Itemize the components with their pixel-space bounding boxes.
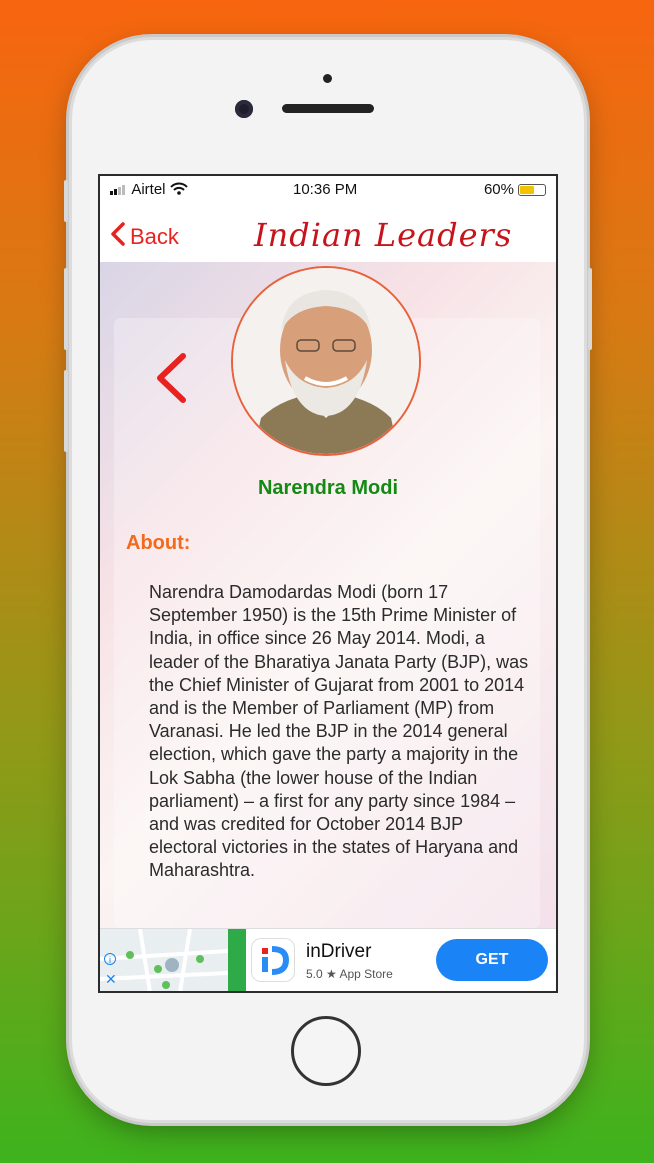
ad-close-icon[interactable]: ✕ [105,971,117,988]
about-text: Narendra Damodardas Modi (born 17 Septem… [149,582,529,881]
front-camera [235,100,253,118]
mute-switch [64,180,68,222]
battery-percent: 60% [483,181,514,198]
status-bar: Airtel 10:36 PM 60% [100,176,556,202]
ad-rating: 5.0 ★ App Store [306,967,393,981]
get-app-button[interactable]: GET [436,939,548,981]
ad-accent-bar [232,929,246,991]
about-heading: About: [126,532,191,554]
ad-banner[interactable]: i ✕ inDriver 5.0 ★ App Store GET [100,928,556,991]
home-button[interactable] [291,1016,361,1086]
ad-info-icon[interactable]: i [104,953,116,965]
back-label: Back [130,224,179,249]
carrier-info: Airtel [110,181,188,199]
volume-up-button [64,268,68,350]
volume-down-button [64,370,68,452]
previous-leader-button[interactable] [154,352,188,409]
chevron-left-icon [157,353,186,403]
power-button [588,268,592,350]
battery-status: 60% [484,181,546,198]
leader-name: Narendra Modi [257,477,399,499]
status-time: 10:36 PM [293,181,358,198]
battery-icon [518,183,546,196]
leader-portrait [231,266,421,456]
back-button[interactable]: Back [110,222,179,252]
ad-map-image [100,929,232,991]
ad-app-name: inDriver [306,941,372,962]
navigation-bar: Back Indian Leaders [100,202,556,262]
wifi-icon [169,182,188,199]
leader-detail: Narendra Modi About: Narendra Damodardas… [100,262,556,928]
app-screen: Airtel 10:36 PM 60% Back Indian Leaders [100,176,556,991]
earpiece-speaker [282,104,374,113]
proximity-sensor [323,74,332,83]
app-logo-icon [252,939,294,981]
carrier-name: Airtel [131,181,166,198]
signal-icon [110,182,128,199]
page-title: Indian Leaders [254,216,513,254]
chevron-left-icon [110,222,126,252]
